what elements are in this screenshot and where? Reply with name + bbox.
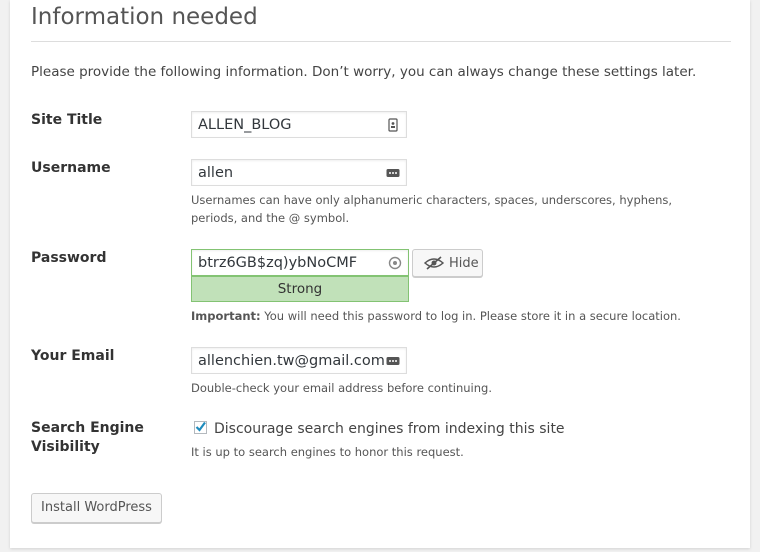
password-input[interactable]: btrz6GB$zq)ybNoCMF xyxy=(191,249,409,276)
discourage-search-label[interactable]: Discourage search engines from indexing … xyxy=(214,421,565,437)
discourage-search-checkbox[interactable] xyxy=(194,421,207,434)
eye-slash-icon xyxy=(424,256,444,270)
checkmark-icon xyxy=(195,421,206,432)
username-description: Usernames can have only alphanumeric cha… xyxy=(191,193,673,225)
email-description: Double-check your email address before c… xyxy=(191,381,492,395)
dots-icon xyxy=(386,169,400,177)
install-wordpress-button[interactable]: Install WordPress xyxy=(31,493,162,523)
hide-button-label: Hide xyxy=(449,256,479,271)
hide-password-button[interactable]: Hide xyxy=(412,249,483,277)
password-note-text: You will need this password to log in. P… xyxy=(260,309,681,323)
visibility-description: It is up to search engines to honor this… xyxy=(191,445,464,459)
contact-card-icon xyxy=(388,118,398,132)
email-input[interactable]: allenchien.tw@gmail.com xyxy=(191,347,407,374)
username-value: allen xyxy=(198,165,234,181)
password-label: Password xyxy=(31,250,107,266)
username-label: Username xyxy=(31,160,111,176)
email-value: allenchien.tw@gmail.com xyxy=(198,353,385,369)
password-value: btrz6GB$zq)ybNoCMF xyxy=(198,255,358,271)
page-title: Information needed xyxy=(31,4,258,30)
password-strength-meter: Strong xyxy=(191,276,409,302)
site-title-input[interactable]: ALLEN_BLOG xyxy=(191,111,407,138)
password-note: Important: You will need this password t… xyxy=(191,307,681,325)
visibility-label-line2: Visibility xyxy=(31,439,100,455)
password-note-strong: Important: xyxy=(191,309,261,323)
visibility-label-line1: Search Engine xyxy=(31,420,144,436)
site-title-value: ALLEN_BLOG xyxy=(198,117,292,133)
visibility-label: Search Engine Visibility xyxy=(31,419,144,457)
setup-form-card: Information needed Please provide the fo… xyxy=(10,0,750,548)
email-label: Your Email xyxy=(31,348,115,364)
username-input[interactable]: allen xyxy=(191,159,407,186)
site-title-label: Site Title xyxy=(31,112,103,128)
title-divider xyxy=(31,41,731,42)
dots-icon xyxy=(386,357,400,365)
refresh-icon xyxy=(388,256,402,270)
intro-text: Please provide the following information… xyxy=(31,64,697,80)
password-strength-text: Strong xyxy=(277,281,323,297)
